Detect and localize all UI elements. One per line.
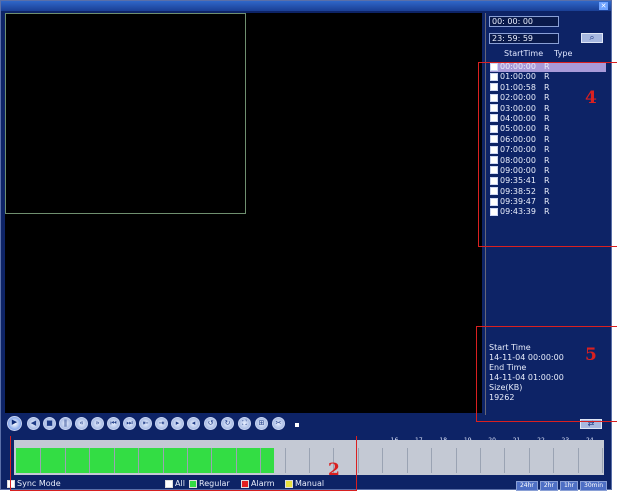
playback-channel-window[interactable] xyxy=(5,13,246,214)
timeline-gridline xyxy=(455,448,457,473)
zoom-button[interactable]: 1hr xyxy=(559,481,579,491)
end-time-field[interactable]: 23: 59: 59 xyxy=(489,33,559,44)
fullscreen-icon: ⛶ xyxy=(242,419,247,427)
prev-frame-button[interactable]: ⏮ xyxy=(107,417,120,430)
next-file-icon: ⇥ xyxy=(158,419,165,427)
loop-icon: ↺ xyxy=(207,419,214,427)
repeat-button[interactable]: ↻ xyxy=(221,417,234,430)
starttime-column-header: StartTime xyxy=(504,49,544,58)
play-button[interactable]: ▶ xyxy=(7,416,22,431)
zoom-button[interactable]: 30min xyxy=(580,481,607,491)
video-area[interactable] xyxy=(5,13,482,413)
next-frame-icon: ⏭ xyxy=(126,419,133,427)
backward-icon: ◀ xyxy=(30,419,37,427)
clip-button[interactable]: ✂ xyxy=(272,417,285,430)
backup-icon: ⊞ xyxy=(258,419,265,427)
pause-icon: ‖ xyxy=(63,419,68,427)
repeat-icon: ↻ xyxy=(224,419,231,427)
timeline-gridline xyxy=(577,448,579,473)
next-frame-button[interactable]: ⏭ xyxy=(123,417,136,430)
timeline-gridline xyxy=(553,448,555,473)
file-list-header: StartTime Type xyxy=(490,49,606,59)
timeline-zoom-buttons: 24hr 2hr 1hr 30min xyxy=(514,479,607,491)
fast-forward-icon: » xyxy=(95,419,100,427)
timeline-gridline xyxy=(528,448,530,473)
timeline-gridline xyxy=(382,448,384,473)
rewind-icon: « xyxy=(79,419,84,427)
fullscreen-button[interactable]: ⛶ xyxy=(238,417,251,430)
annotation-number-4: 4 xyxy=(585,88,597,108)
slow-forward-icon: ▸ xyxy=(175,419,180,427)
annotation-number-5: 5 xyxy=(585,345,597,365)
stop-icon: ■ xyxy=(46,419,53,427)
prev-file-icon: ⇤ xyxy=(142,419,149,427)
timeline-gridline xyxy=(357,448,359,473)
loop-button[interactable]: ↺ xyxy=(204,417,217,430)
indicator-square xyxy=(295,423,299,427)
annotation-box-5 xyxy=(476,326,617,422)
prev-file-button[interactable]: ⇤ xyxy=(139,417,152,430)
fast-rewind-icon: ◂ xyxy=(191,419,196,427)
search-button[interactable]: ⌕ xyxy=(581,33,603,43)
prev-frame-icon: ⏮ xyxy=(110,419,117,427)
type-column-header: Type xyxy=(554,49,573,58)
rewind-button[interactable]: « xyxy=(75,417,88,430)
fast-forward-button[interactable]: » xyxy=(91,417,104,430)
timeline-gridline xyxy=(602,448,603,473)
annotation-number-2: 2 xyxy=(328,460,340,480)
stop-button[interactable]: ■ xyxy=(43,417,56,430)
zoom-button[interactable]: 24hr xyxy=(515,481,538,491)
title-bar: ✕ xyxy=(1,1,611,11)
timeline-gridline xyxy=(431,448,433,473)
timeline-gridline xyxy=(406,448,408,473)
search-icon: ⌕ xyxy=(589,33,595,43)
timeline-gridline xyxy=(479,448,481,473)
annotation-box-2 xyxy=(10,436,357,491)
start-time-field[interactable]: 00: 00: 00 xyxy=(489,16,559,27)
slow-forward-button[interactable]: ▸ xyxy=(171,417,184,430)
close-icon[interactable]: ✕ xyxy=(599,2,608,10)
zoom-button[interactable]: 2hr xyxy=(539,481,558,491)
pause-button[interactable]: ‖ xyxy=(59,417,72,430)
timeline-gridline xyxy=(504,448,506,473)
slow-play-button[interactable]: ◀ xyxy=(27,417,40,430)
clip-icon: ✂ xyxy=(275,419,282,427)
fast-rewind-button[interactable]: ◂ xyxy=(187,417,200,430)
play-icon: ▶ xyxy=(11,418,18,426)
next-file-button[interactable]: ⇥ xyxy=(155,417,168,430)
backup-button[interactable]: ⊞ xyxy=(255,417,268,430)
